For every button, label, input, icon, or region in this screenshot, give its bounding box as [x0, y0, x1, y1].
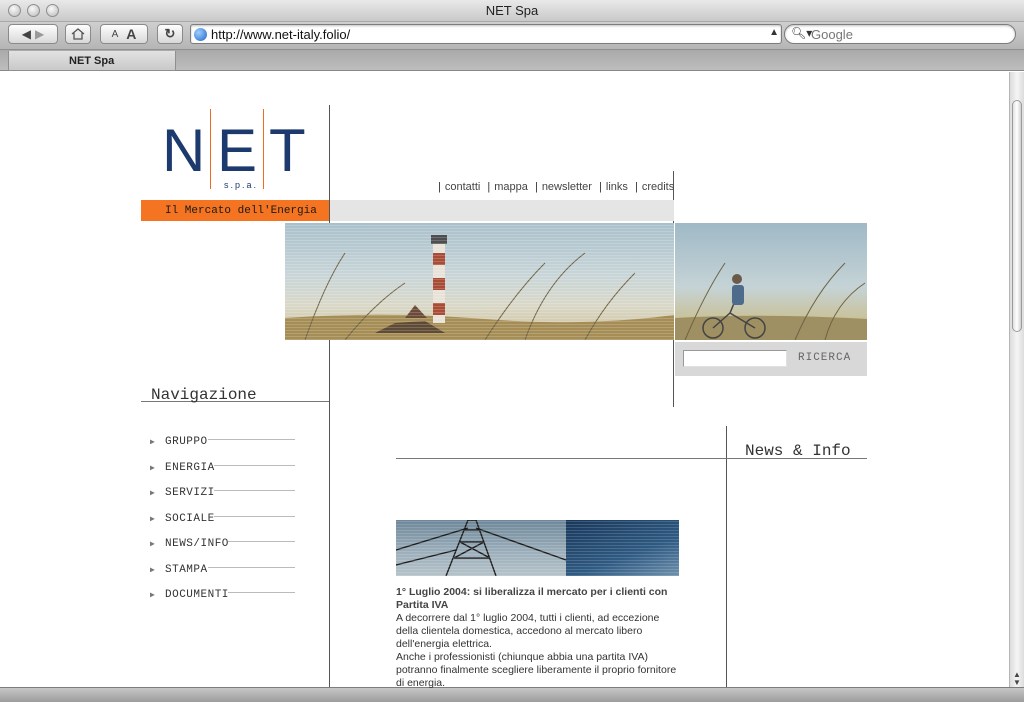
tagline: Il Mercato dell'Energia [165, 204, 317, 217]
net-logo[interactable]: N E T s.p.a. [162, 107, 317, 192]
link-links[interactable]: links [606, 181, 628, 193]
cyclist-illustration [675, 262, 867, 340]
article-pylon-image[interactable] [396, 520, 679, 576]
navigation-menu: ▶ GRUPPO ▶ ENERGIA ▶ SERVIZI ▶ SOCIALE ▶… [150, 436, 295, 615]
logo-letter-n: N [162, 117, 205, 184]
tab-bar: NET Spa [0, 49, 1024, 71]
header-grey-strip [330, 200, 674, 221]
lighthouse-illustration [285, 235, 674, 340]
nav-item-servizi[interactable]: ▶ SERVIZI [150, 487, 295, 513]
text-size-buttons[interactable]: A A [100, 24, 148, 44]
back-forward-buttons[interactable]: ◀ ▶ [8, 24, 58, 44]
link-separator: | [534, 181, 538, 193]
link-contatti[interactable]: contatti [445, 181, 480, 193]
link-separator: | [634, 181, 638, 193]
tagline-bar: Il Mercato dell'Energia [141, 200, 329, 221]
divider-left [329, 105, 330, 687]
logo-letter-e: E [217, 117, 257, 184]
nav-item-stampa[interactable]: ▶ STAMPA [150, 564, 295, 590]
text-bigger-button[interactable]: A [126, 26, 136, 42]
triangle-right-icon: ▶ [150, 438, 156, 447]
home-button[interactable] [65, 24, 91, 44]
link-separator: | [599, 181, 602, 193]
site-search-box: RICERCA [675, 342, 867, 376]
hero-cyclist-image [675, 223, 867, 340]
browser-toolbar: ◀ ▶ A A ↻ http://www.net-italy.folio/ ▲ … [0, 22, 1024, 49]
nav-item-documenti[interactable]: ▶ DOCUMENTI [150, 589, 295, 615]
nav-item-rule [228, 541, 295, 542]
search-button[interactable]: RICERCA [798, 352, 851, 364]
logo-divider [210, 109, 211, 189]
browser-search-field[interactable]: 🔍︎▾ Google [784, 24, 1016, 44]
site-search-input[interactable] [683, 350, 787, 367]
nav-item-energia[interactable]: ▶ ENERGIA [150, 462, 295, 488]
address-bar[interactable]: http://www.net-italy.folio/ ▲ [190, 24, 782, 44]
nav-item-rule [214, 490, 295, 491]
reload-icon: ↻ [164, 26, 176, 41]
triangle-right-icon: ▶ [150, 591, 156, 600]
news-article: 1° Luglio 2004: si liberalizza il mercat… [396, 586, 682, 690]
article-image-scanlines [396, 520, 679, 576]
link-mappa[interactable]: mappa [494, 181, 528, 193]
nav-item-label[interactable]: STAMPA [165, 564, 208, 576]
vertical-scrollbar[interactable]: ▲ ▼ [1009, 72, 1024, 687]
browser-search-placeholder: Google [811, 27, 853, 42]
home-icon [71, 28, 85, 40]
reload-button[interactable]: ↻ [157, 24, 183, 44]
nav-item-label[interactable]: NEWS/INFO [165, 538, 229, 550]
scroll-down-icon[interactable]: ▼ [1013, 678, 1021, 687]
nav-item-label[interactable]: GRUPPO [165, 436, 208, 448]
navigation-title: Navigazione [151, 386, 257, 404]
nav-item-rule [208, 439, 295, 440]
article-body-2: Anche i professionisti (chiunque abbia u… [396, 651, 677, 689]
text-smaller-button[interactable]: A [112, 29, 119, 40]
scroll-thumb[interactable] [1012, 100, 1022, 332]
triangle-right-icon: ▶ [150, 463, 156, 473]
nav-item-rule [208, 566, 295, 568]
logo-letter-t: T [269, 117, 306, 184]
nav-item-rule [228, 592, 295, 593]
search-icon[interactable]: 🔍︎▾ [791, 26, 812, 40]
nav-item-sociale[interactable]: ▶ SOCIALE [150, 513, 295, 539]
top-links: | contatti | mappa | newsletter | links | cre… [434, 181, 674, 193]
window-titlebar: NET Spa [0, 0, 1024, 22]
triangle-right-icon: ▶ [150, 565, 156, 575]
link-newsletter[interactable]: newsletter [542, 181, 592, 193]
forward-arrow-icon[interactable]: ▶ [35, 27, 44, 41]
link-separator: | [487, 181, 491, 193]
nav-item-rule [214, 515, 295, 517]
globe-icon [194, 28, 207, 41]
hero-lighthouse-image [285, 223, 674, 340]
triangle-right-icon: ▶ [150, 489, 156, 498]
nav-item-news-info[interactable]: ▶ NEWS/INFO [150, 538, 295, 564]
link-credits[interactable]: credits [642, 181, 674, 193]
back-arrow-icon[interactable]: ◀ [22, 27, 31, 41]
article-title[interactable]: 1° Luglio 2004: si liberalizza il mercat… [396, 586, 682, 612]
nav-item-label[interactable]: SOCIALE [165, 513, 215, 525]
logo-subtitle: s.p.a. [224, 180, 259, 190]
window-title: NET Spa [485, 3, 539, 18]
nav-item-label[interactable]: ENERGIA [165, 462, 215, 474]
link-separator: | [438, 181, 441, 193]
divider-news [726, 426, 727, 687]
news-title: News & Info [745, 442, 851, 460]
address-dropdown-icon[interactable]: ▲ [769, 27, 779, 38]
article-body-1: A decorrere dal 1° luglio 2004, tutti i … [396, 612, 660, 650]
triangle-right-icon: ▶ [150, 514, 156, 524]
logo-divider [263, 109, 264, 189]
tab-net-spa[interactable]: NET Spa [8, 51, 176, 71]
nav-item-gruppo[interactable]: ▶ GRUPPO [150, 436, 295, 462]
nav-item-label[interactable]: DOCUMENTI [165, 589, 229, 601]
nav-item-rule [214, 464, 295, 466]
nav-item-label[interactable]: SERVIZI [165, 487, 215, 499]
triangle-right-icon: ▶ [150, 540, 156, 549]
address-bar-url[interactable]: http://www.net-italy.folio/ [211, 27, 350, 42]
